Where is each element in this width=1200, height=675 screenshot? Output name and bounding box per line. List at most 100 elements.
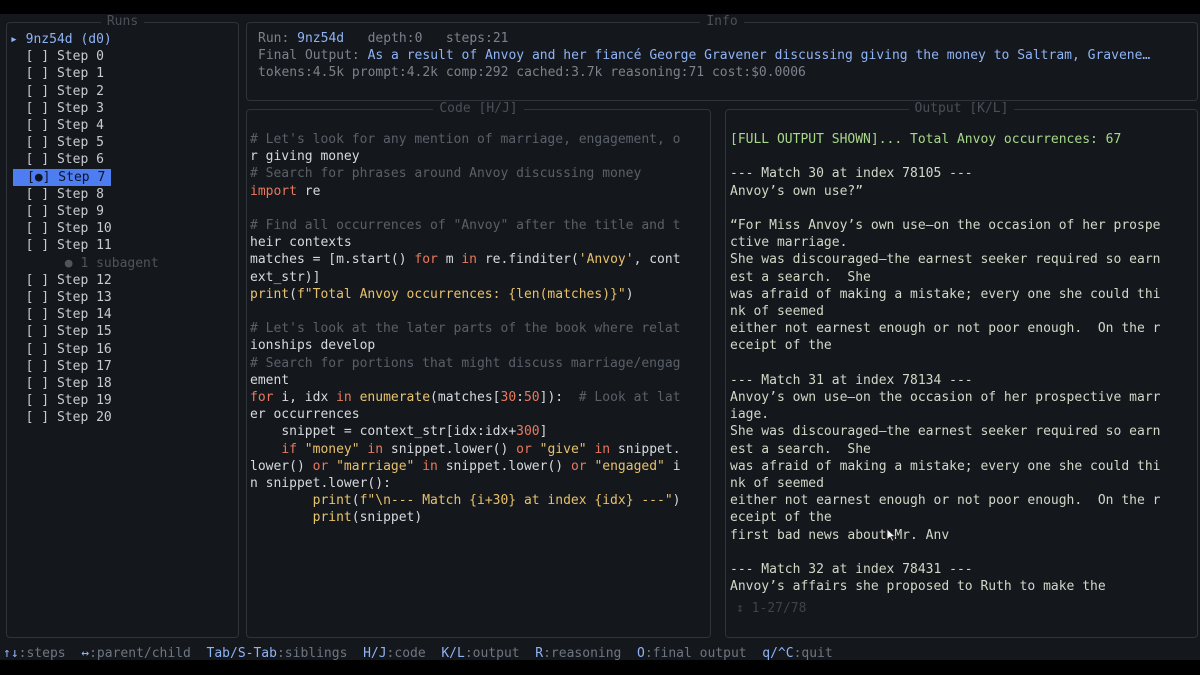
output-line: either not earnest enough or not poor en… bbox=[730, 321, 1161, 337]
output-line: [FULL OUTPUT SHOWN]... Total Anvoy occur… bbox=[730, 132, 1122, 147]
keybinding-key: O bbox=[637, 646, 645, 661]
step-item[interactable]: [●] Step 7 bbox=[13, 168, 111, 186]
output-line: was afraid of making a mistake; every on… bbox=[730, 286, 1161, 302]
code-panel-title: Code [H/J] bbox=[433, 101, 524, 116]
final-output-text: As a result of Anvoy and her fiancé Geor… bbox=[367, 48, 1151, 63]
code-line: ement bbox=[250, 372, 290, 388]
code-line: matches = [m.start() for m in re.findite… bbox=[250, 252, 681, 268]
step-item[interactable]: [ ] Step 3 bbox=[10, 100, 235, 117]
run-summary-line: Run: 9nz54d depth:0 steps:21 bbox=[258, 31, 509, 46]
code-line: # Let's look for any mention of marriage… bbox=[250, 132, 681, 147]
keybinding-desc: :code bbox=[386, 646, 442, 661]
code-line: snippet = context_str[idx:idx+300] bbox=[281, 424, 548, 440]
output-line: either not earnest enough or not poor en… bbox=[730, 493, 1161, 509]
output-line: She was discouraged—the earnest seeker r… bbox=[730, 252, 1161, 268]
keybinding-key: ↑↓ bbox=[3, 646, 19, 661]
keybinding-key: Tab/S-Tab bbox=[206, 646, 277, 661]
output-scroll-indicator: ↕ 1-27/78 bbox=[736, 601, 807, 616]
terminal-screen: Runs ▸ 9nz54d (d0) [ ] Step 0 [ ] Step 1… bbox=[0, 14, 1200, 663]
step-item[interactable]: [ ] Step 6 bbox=[10, 151, 235, 168]
step-item[interactable]: [ ] Step 8 bbox=[10, 186, 235, 203]
code-line: r giving money bbox=[250, 149, 360, 165]
keybinding-desc: :parent/child bbox=[89, 646, 207, 661]
step-item[interactable]: [ ] Step 18 bbox=[10, 375, 235, 392]
keybinding-key: H/J bbox=[363, 646, 387, 661]
keybinding-desc: :final output bbox=[644, 646, 763, 661]
keybinding-bar: ↑↓:steps ↔:parent/child Tab/S-Tab:siblin… bbox=[3, 645, 833, 663]
run-steps: 21 bbox=[492, 31, 509, 46]
step-item[interactable]: [ ] Step 15 bbox=[10, 323, 235, 340]
info-panel-title: Info bbox=[700, 14, 744, 29]
keybinding-key: K/L bbox=[441, 646, 465, 661]
step-item[interactable]: [ ] Step 1 bbox=[10, 65, 235, 82]
step-item[interactable]: [ ] Step 13 bbox=[10, 289, 235, 306]
code-line: import re bbox=[250, 183, 321, 199]
code-line: # Search for portions that might discuss… bbox=[250, 355, 681, 371]
keybinding-desc: :quit bbox=[793, 646, 833, 661]
code-line: lower() or "marriage" in snippet.lower()… bbox=[250, 458, 681, 474]
keybinding-desc: :output bbox=[464, 646, 536, 661]
output-line: nk of seemed bbox=[730, 476, 824, 491]
output-line: first bad news about Mr. Anv bbox=[730, 527, 950, 543]
output-line: iage. bbox=[730, 407, 770, 423]
code-line: er occurrences bbox=[250, 407, 360, 423]
step-item[interactable]: [ ] Step 17 bbox=[10, 358, 235, 375]
step-item[interactable]: [ ] Step 11 bbox=[10, 237, 235, 254]
output-line: She was discouraged—the earnest seeker r… bbox=[730, 424, 1161, 440]
output-line: ctive marriage. bbox=[730, 235, 848, 251]
output-panel[interactable]: Output [K/L] [FULL OUTPUT SHOWN]... Tota… bbox=[725, 101, 1198, 638]
code-line: print(f"\n--- Match {i+30} at index {idx… bbox=[312, 493, 681, 509]
step-item[interactable]: [ ] Step 16 bbox=[10, 341, 235, 358]
output-line: est a search. She bbox=[730, 269, 871, 285]
step-item[interactable]: [ ] Step 9 bbox=[10, 203, 235, 220]
code-line: # Search for phrases around Anvoy discus… bbox=[250, 166, 642, 182]
step-item[interactable]: [ ] Step 0 bbox=[10, 48, 235, 65]
subagent-item[interactable]: ● 1 subagent bbox=[10, 255, 235, 272]
output-line: --- Match 30 at index 78105 --- bbox=[730, 166, 973, 182]
keybinding-key: q/^C bbox=[762, 646, 794, 661]
step-item[interactable]: [ ] Step 5 bbox=[10, 134, 235, 151]
output-line: --- Match 31 at index 78134 --- bbox=[730, 372, 973, 388]
code-line: heir contexts bbox=[250, 235, 352, 251]
keybinding-desc: :siblings bbox=[276, 646, 364, 661]
code-line: ionships develop bbox=[250, 338, 376, 354]
code-line: n snippet.lower(): bbox=[250, 476, 391, 491]
code-line: # Let's look at the later parts of the b… bbox=[250, 321, 681, 337]
output-line: was afraid of making a mistake; every on… bbox=[730, 458, 1161, 474]
output-panel-title: Output [K/L] bbox=[908, 101, 1015, 116]
step-item[interactable]: [ ] Step 20 bbox=[10, 409, 235, 426]
output-line: nk of seemed bbox=[730, 304, 824, 319]
code-panel[interactable]: Code [H/J] # Let's look for any mention … bbox=[246, 101, 711, 638]
step-item[interactable]: [ ] Step 2 bbox=[10, 83, 235, 100]
info-panel: Info Run: 9nz54d depth:0 steps:21 Final … bbox=[246, 14, 1198, 101]
code-line: if "money" in snippet.lower() or "give" … bbox=[281, 441, 681, 457]
code-line: print(snippet) bbox=[312, 510, 423, 526]
runs-panel-title: Runs bbox=[100, 14, 145, 29]
keybinding-key: ↔ bbox=[81, 646, 90, 661]
code-line: ext_str)] bbox=[250, 269, 321, 285]
output-line: Anvoy’s own use—on the occasion of her p… bbox=[730, 390, 1161, 405]
run-id: 9nz54d bbox=[297, 31, 345, 46]
run-depth: 0 bbox=[414, 31, 423, 46]
runs-panel: Runs ▸ 9nz54d (d0) [ ] Step 0 [ ] Step 1… bbox=[6, 14, 239, 638]
code-line: # Find all occurrences of "Anvoy" after … bbox=[250, 218, 681, 233]
output-line: est a search. She bbox=[730, 441, 871, 457]
keybinding-key: R bbox=[535, 646, 544, 661]
code-line: for i, idx in enumerate(matches[30:50]):… bbox=[250, 390, 681, 405]
step-item[interactable]: [ ] Step 19 bbox=[10, 392, 235, 409]
final-output-line: Final Output: As a result of Anvoy and h… bbox=[258, 48, 1151, 63]
run-root-node[interactable]: ▸ 9nz54d (d0) bbox=[10, 31, 235, 48]
token-stats: tokens:4.5k prompt:4.2k comp:292 cached:… bbox=[258, 65, 806, 80]
output-line: Anvoy’s own use?” bbox=[730, 183, 864, 199]
step-item[interactable]: [ ] Step 4 bbox=[10, 117, 235, 134]
code-line: print(f"Total Anvoy occurrences: {len(ma… bbox=[250, 286, 634, 302]
keybinding-desc: :steps bbox=[18, 646, 82, 661]
step-item[interactable]: [ ] Step 10 bbox=[10, 220, 235, 237]
output-line: eceipt of the bbox=[730, 338, 832, 354]
output-line: Anvoy’s affairs she proposed to Ruth to … bbox=[730, 579, 1106, 595]
keybinding-desc: :reasoning bbox=[543, 646, 638, 661]
step-item[interactable]: [ ] Step 14 bbox=[10, 306, 235, 323]
step-item[interactable]: [ ] Step 12 bbox=[10, 272, 235, 289]
